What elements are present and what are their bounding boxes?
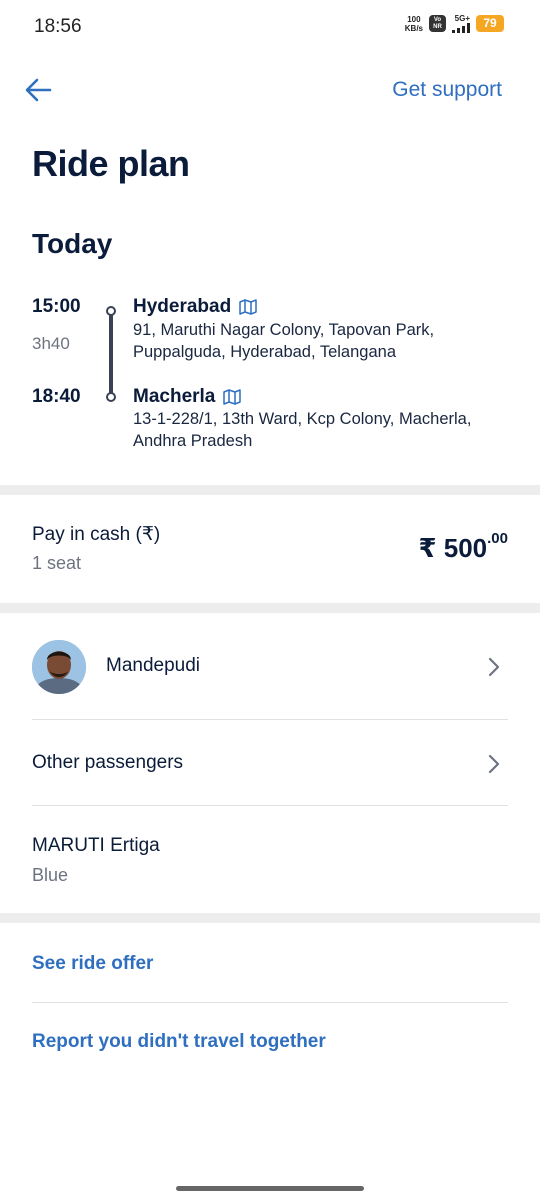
arrival-address: 13-1-228/1, 13th Ward, Kcp Colony, Mache… (133, 410, 472, 450)
network-speed-value: 100 (407, 14, 421, 24)
back-arrow-icon[interactable] (24, 76, 52, 104)
arrival-time: 18:40 (32, 386, 81, 407)
trip-duration: 3h40 (32, 334, 70, 353)
departure-stop[interactable]: Hyderabad (133, 296, 257, 318)
route-line (109, 314, 113, 394)
volte-icon: Vo NR (429, 15, 446, 32)
map-icon[interactable] (223, 389, 242, 405)
payment-method: Pay in cash (₹) (32, 524, 161, 545)
row-divider (32, 805, 508, 806)
battery-icon: 79 (476, 15, 504, 32)
route-timeline (106, 306, 116, 402)
page-title: Ride plan (32, 143, 190, 184)
seat-count: 1 seat (32, 553, 82, 573)
status-icons: 100 KB/s Vo NR 5G+ 79 (405, 14, 504, 33)
departure-address: 91, Maruthi Nagar Colony, Tapovan Park, … (133, 321, 435, 361)
signal-bars (452, 23, 470, 33)
status-time: 18:56 (34, 16, 82, 37)
volte-top-label: Vo (433, 17, 442, 23)
network-speed-unit: KB/s (404, 23, 423, 33)
see-ride-offer-link[interactable]: See ride offer (32, 953, 153, 975)
other-passengers-row[interactable]: Other passengers (32, 752, 183, 774)
get-support-link[interactable]: Get support (392, 78, 502, 102)
price: ₹ 500.00 (418, 530, 508, 564)
departure-city: Hyderabad (133, 296, 232, 317)
price-decimals: .00 (487, 530, 508, 548)
signal-icon: 5G+ (452, 14, 470, 33)
arrival-dot (106, 392, 116, 402)
chevron-right-icon[interactable] (486, 753, 502, 775)
status-bar: 18:56 100 KB/s Vo NR 5G+ 79 (0, 0, 540, 52)
map-icon[interactable] (239, 299, 257, 315)
top-bar: Get support (0, 70, 540, 114)
arrival-city: Macherla (133, 386, 216, 407)
car-model: MARUTI Ertiga (32, 835, 160, 856)
row-divider (32, 1002, 508, 1003)
section-divider (0, 603, 540, 613)
report-link[interactable]: Report you didn't travel together (32, 1031, 326, 1053)
driver-avatar[interactable] (32, 640, 86, 694)
home-indicator[interactable] (176, 1186, 364, 1191)
driver-name[interactable]: Mandepudi (106, 655, 200, 677)
price-amount: ₹ 500 (418, 533, 488, 563)
day-heading: Today (32, 228, 113, 259)
section-divider (0, 913, 540, 923)
signal-label: 5G+ (454, 14, 470, 23)
car-color: Blue (32, 865, 69, 885)
row-divider (32, 719, 508, 720)
volte-bottom-label: NR (433, 24, 442, 30)
departure-time: 15:00 (32, 296, 81, 317)
network-speed: 100 KB/s (405, 15, 423, 33)
arrival-stop[interactable]: Macherla (133, 386, 242, 408)
section-divider (0, 485, 540, 495)
chevron-right-icon[interactable] (486, 656, 502, 678)
